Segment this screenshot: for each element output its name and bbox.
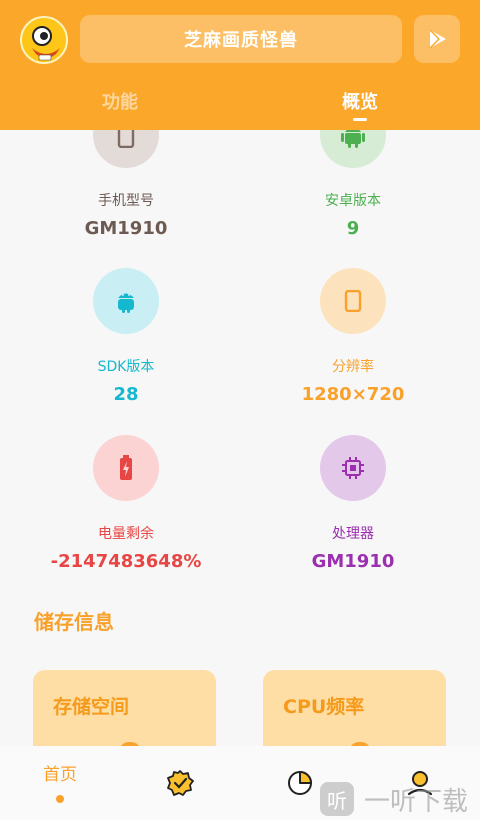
info-label: 安卓版本 (325, 193, 381, 209)
info-label: 处理器 (332, 526, 374, 542)
sdk-icon-circle (93, 268, 159, 334)
play-button[interactable] (414, 15, 460, 63)
android-icon (118, 293, 134, 313)
info-cell-sdk-version: SDK版本 28 (26, 268, 226, 405)
phone-icon-circle (93, 130, 159, 168)
info-value: 28 (113, 384, 139, 405)
active-tab-indicator (353, 118, 367, 121)
info-value: -2147483648% (50, 551, 202, 572)
overview-content[interactable]: 手机型号 GM1910 安卓版本 9 SDK版本 28 分辨率 1280×720… (0, 130, 480, 746)
storage-section-title: 储存信息 (34, 610, 114, 634)
watermark-text: 一听下载 (364, 786, 469, 817)
phone-icon (117, 130, 135, 148)
info-cell-resolution: 分辨率 1280×720 (253, 268, 453, 405)
cpu-icon (342, 457, 364, 479)
play-icon (429, 29, 446, 49)
info-cell-phone-model: 手机型号 GM1910 (26, 130, 226, 239)
info-value: GM1910 (84, 218, 168, 239)
info-label: 分辨率 (332, 359, 374, 375)
screen-icon-circle (320, 268, 386, 334)
info-label: SDK版本 (97, 359, 155, 375)
screen-icon (344, 290, 362, 312)
info-cell-android-version: 安卓版本 9 (253, 130, 453, 239)
android-icon (341, 130, 365, 148)
badge-check-icon (167, 770, 194, 796)
tab-functions[interactable]: 功能 (60, 88, 180, 114)
active-indicator-dot (56, 794, 64, 803)
avatar[interactable] (20, 16, 68, 64)
cpu-frequency-card[interactable]: CPU频率 (263, 670, 446, 746)
info-cell-battery: 电量剩余 -2147483648% (26, 435, 226, 572)
nav-badge[interactable] (160, 746, 200, 820)
storage-space-card[interactable]: 存储空间 (33, 670, 216, 746)
pie-chart-icon (288, 771, 312, 795)
info-value: 1280×720 (301, 384, 405, 405)
info-value: GM1910 (311, 551, 395, 572)
watermark-badge: 听 (320, 782, 354, 816)
info-value: 9 (346, 218, 360, 239)
card-title: CPU频率 (283, 696, 365, 718)
watermark: 听 一听下载 (320, 778, 480, 820)
monster-logo-icon (22, 18, 66, 62)
cpu-icon-circle (320, 435, 386, 501)
card-title: 存储空间 (53, 696, 130, 718)
nav-home[interactable]: 首页 (30, 746, 90, 820)
tab-overview[interactable]: 概览 (300, 88, 420, 114)
app-title[interactable]: 芝麻画质怪兽 (80, 15, 402, 63)
battery-icon-circle (93, 435, 159, 501)
info-label: 电量剩余 (98, 526, 154, 542)
nav-stats[interactable] (280, 746, 320, 820)
app-header: 芝麻画质怪兽 功能 概览 (0, 0, 480, 130)
info-label: 手机型号 (98, 193, 154, 209)
info-cell-processor: 处理器 GM1910 (253, 435, 453, 572)
nav-home-label: 首页 (43, 764, 77, 785)
battery-icon (120, 455, 132, 480)
android-icon-circle (320, 130, 386, 168)
